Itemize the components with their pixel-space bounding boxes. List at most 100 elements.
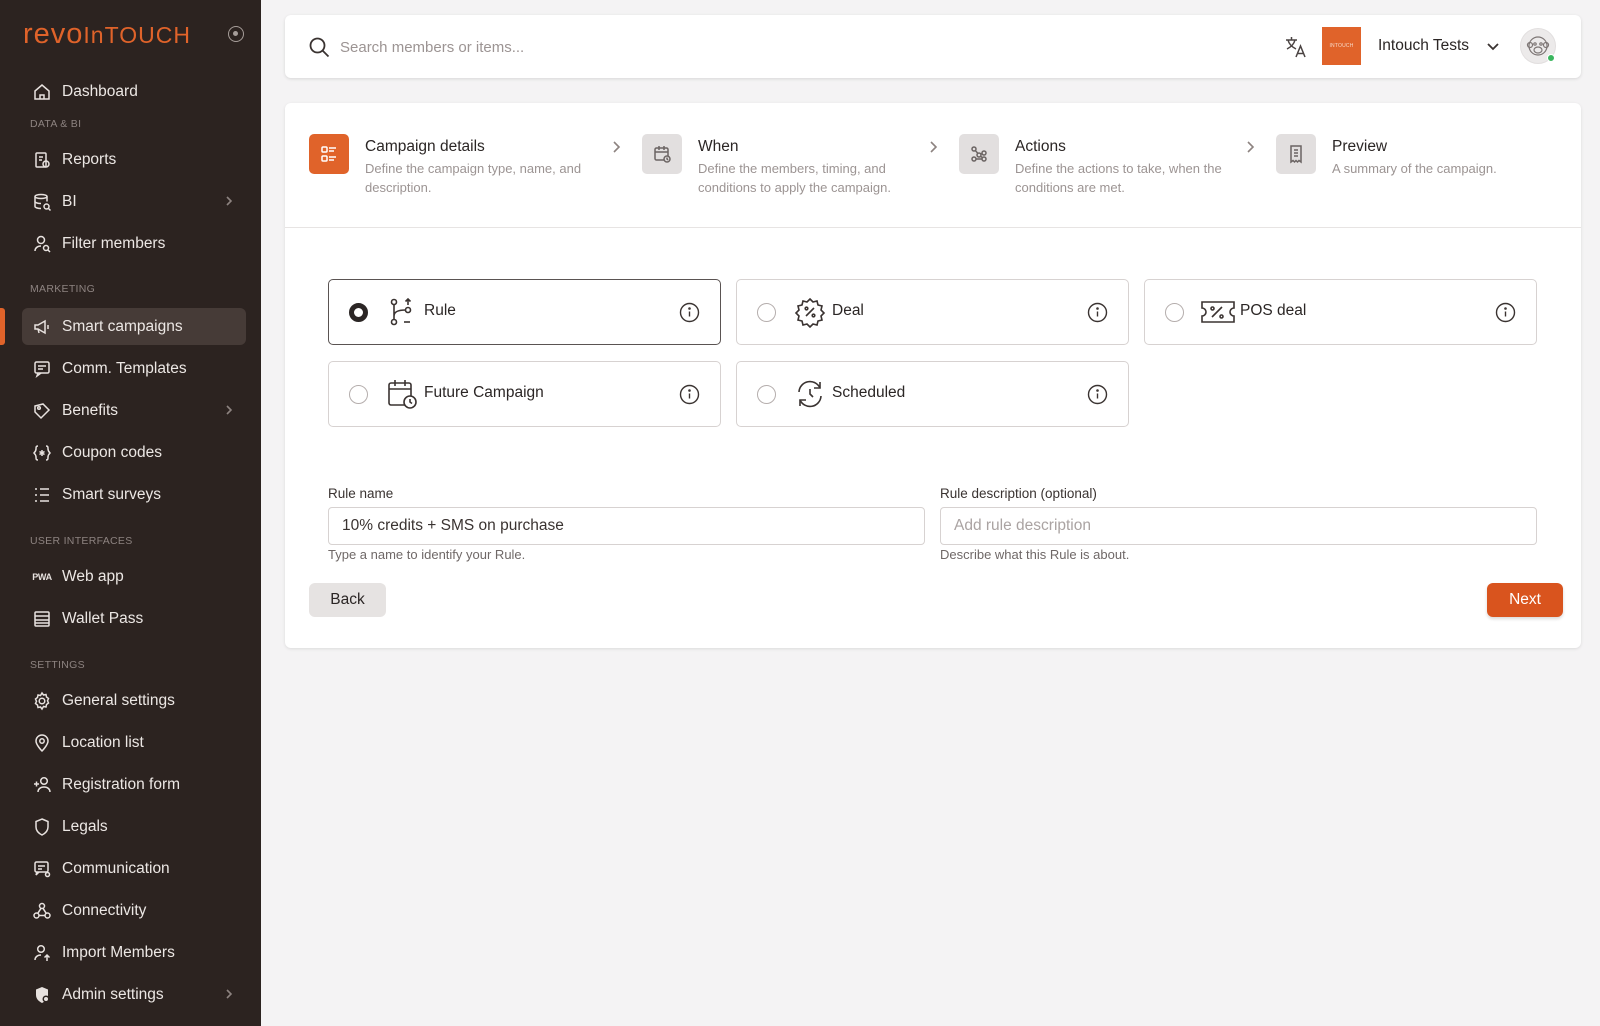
option-label: Deal xyxy=(832,302,864,319)
step-description: A summary of the campaign. xyxy=(1332,161,1497,176)
sidebar-item-communication[interactable]: Communication xyxy=(22,850,246,887)
chevron-right-icon xyxy=(222,987,236,1001)
search-input[interactable] xyxy=(340,33,940,61)
sidebar-item-web-app[interactable]: PWA Web app xyxy=(22,558,246,595)
sidebar-item-label: Wallet Pass xyxy=(62,609,144,627)
calendar-clock-icon xyxy=(642,134,682,174)
org-logo[interactable]: INTOUCH xyxy=(1322,27,1361,65)
code-braces-icon xyxy=(32,443,52,463)
pos-ticket-icon xyxy=(1200,296,1236,328)
details-list-icon xyxy=(309,134,349,174)
sidebar-item-label: Location list xyxy=(62,733,144,751)
option-label: Scheduled xyxy=(832,384,906,401)
campaign-type-deal[interactable]: Deal xyxy=(736,279,1129,345)
info-icon[interactable] xyxy=(679,302,700,323)
radio-button[interactable] xyxy=(349,303,368,322)
receipt-icon xyxy=(1276,134,1316,174)
sidebar-item-label: Dashboard xyxy=(62,82,138,100)
user-avatar[interactable] xyxy=(1520,28,1556,64)
section-label-settings: SETTINGS xyxy=(30,659,85,671)
sidebar-item-reports[interactable]: Reports xyxy=(22,141,246,178)
step-title: Campaign details xyxy=(365,138,485,155)
shield-icon xyxy=(32,817,52,837)
chevron-right-icon xyxy=(609,139,623,155)
home-icon xyxy=(32,82,52,102)
refresh-clock-icon xyxy=(794,378,826,410)
sidebar-item-import-members[interactable]: Import Members xyxy=(22,934,246,971)
step-title: Preview xyxy=(1332,138,1388,155)
sidebar-item-coupon-codes[interactable]: Coupon codes xyxy=(22,434,246,471)
info-icon[interactable] xyxy=(679,384,700,405)
option-label: Future Campaign xyxy=(424,384,544,401)
next-button[interactable]: Next xyxy=(1487,583,1563,617)
info-icon[interactable] xyxy=(1495,302,1516,323)
campaign-type-scheduled[interactable]: Scheduled xyxy=(736,361,1129,427)
sidebar-item-wallet-pass[interactable]: Wallet Pass xyxy=(22,600,246,637)
back-button[interactable]: Back xyxy=(309,583,386,617)
sidebar-item-comm-templates[interactable]: Comm. Templates xyxy=(22,350,246,387)
sidebar-item-benefits[interactable]: Benefits xyxy=(22,392,246,429)
info-icon[interactable] xyxy=(1087,302,1108,323)
campaign-type-pos-deal[interactable]: POS deal xyxy=(1144,279,1537,345)
sidebar-item-label: Import Members xyxy=(62,943,175,961)
database-search-icon xyxy=(32,192,52,212)
location-pin-icon xyxy=(32,733,52,753)
search-icon xyxy=(307,35,331,59)
campaign-type-rule[interactable]: Rule xyxy=(328,279,721,345)
sidebar-item-label: General settings xyxy=(62,691,175,709)
info-icon[interactable] xyxy=(1087,384,1108,405)
calendar-clock-icon xyxy=(386,378,418,410)
sidebar-item-label: Registration form xyxy=(62,775,181,793)
sidebar-item-smart-campaigns[interactable]: Smart campaigns xyxy=(22,308,246,345)
brand-logo-part2: InTOUCH xyxy=(83,22,191,48)
sidebar-item-registration-form[interactable]: Registration form xyxy=(22,766,246,803)
chevron-down-icon[interactable] xyxy=(1485,40,1501,54)
user-search-icon xyxy=(32,234,52,254)
section-label-marketing: MARKETING xyxy=(30,283,96,295)
chevron-right-icon xyxy=(222,194,236,208)
wizard-steps: Campaign details Define the campaign typ… xyxy=(285,103,1581,228)
section-label-data-bi: DATA & BI xyxy=(30,118,82,130)
sidebar-item-general-settings[interactable]: General settings xyxy=(22,682,246,719)
sidebar-item-label: Web app xyxy=(62,567,124,585)
campaign-wizard-card: Campaign details Define the campaign typ… xyxy=(285,103,1581,648)
sidebar-collapse-toggle[interactable] xyxy=(228,26,244,42)
brand-logo[interactable]: revo InTOUCH xyxy=(23,18,191,50)
tag-icon xyxy=(32,401,52,421)
sidebar-item-label: Reports xyxy=(62,150,117,168)
sidebar-item-bi[interactable]: BI xyxy=(22,183,246,220)
translate-icon[interactable] xyxy=(1283,34,1309,60)
sidebar-item-label: Legals xyxy=(62,817,108,835)
sidebar-item-connectivity[interactable]: Connectivity xyxy=(22,892,246,929)
option-label: Rule xyxy=(424,302,456,319)
radio-button[interactable] xyxy=(349,385,368,404)
gear-icon xyxy=(32,691,52,711)
sidebar-item-dashboard[interactable]: Dashboard xyxy=(22,73,246,110)
step-title: When xyxy=(698,138,739,155)
sidebar-item-label: Smart surveys xyxy=(62,485,162,503)
wallet-icon xyxy=(32,609,52,629)
sidebar-item-filter-members[interactable]: Filter members xyxy=(22,225,246,262)
radio-button[interactable] xyxy=(757,385,776,404)
reports-icon xyxy=(32,150,52,170)
user-upload-icon xyxy=(32,943,52,963)
radio-button[interactable] xyxy=(1165,303,1184,322)
rule-description-label: Rule description (optional) xyxy=(940,486,1097,501)
sidebar-item-smart-surveys[interactable]: Smart surveys xyxy=(22,476,246,513)
rule-description-input[interactable] xyxy=(940,507,1537,545)
sidebar-item-location-list[interactable]: Location list xyxy=(22,724,246,761)
actions-flow-icon xyxy=(959,134,999,174)
sidebar-item-label: Admin settings xyxy=(62,985,164,1003)
radio-button[interactable] xyxy=(757,303,776,322)
option-label: POS deal xyxy=(1240,302,1307,319)
sidebar-item-label: Filter members xyxy=(62,234,166,252)
section-label-user-interfaces: USER INTERFACES xyxy=(30,535,133,547)
sidebar-item-label: Benefits xyxy=(62,401,119,419)
chevron-right-icon xyxy=(1243,139,1257,155)
org-name[interactable]: Intouch Tests xyxy=(1378,37,1469,55)
campaign-type-future-campaign[interactable]: Future Campaign xyxy=(328,361,721,427)
sidebar-item-legals[interactable]: Legals xyxy=(22,808,246,845)
rule-name-input[interactable] xyxy=(328,507,925,545)
sidebar-item-admin-settings[interactable]: Admin settings xyxy=(22,976,246,1013)
sidebar-item-label: Comm. Templates xyxy=(62,359,187,377)
